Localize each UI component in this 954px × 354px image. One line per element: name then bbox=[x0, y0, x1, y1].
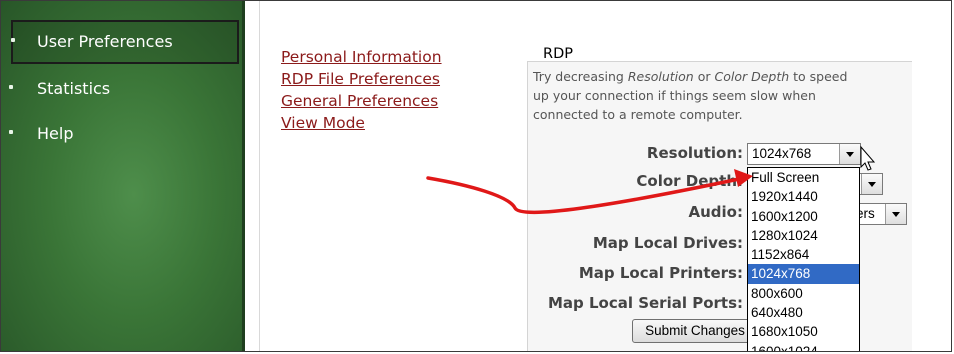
cursor-icon bbox=[860, 145, 876, 171]
annotation-arrow-overlay bbox=[426, 145, 876, 215]
arrowhead-icon bbox=[734, 169, 753, 187]
annotation-arrow-icon bbox=[426, 176, 741, 215]
app-frame: User Preferences Statistics Help Persona… bbox=[0, 0, 952, 352]
